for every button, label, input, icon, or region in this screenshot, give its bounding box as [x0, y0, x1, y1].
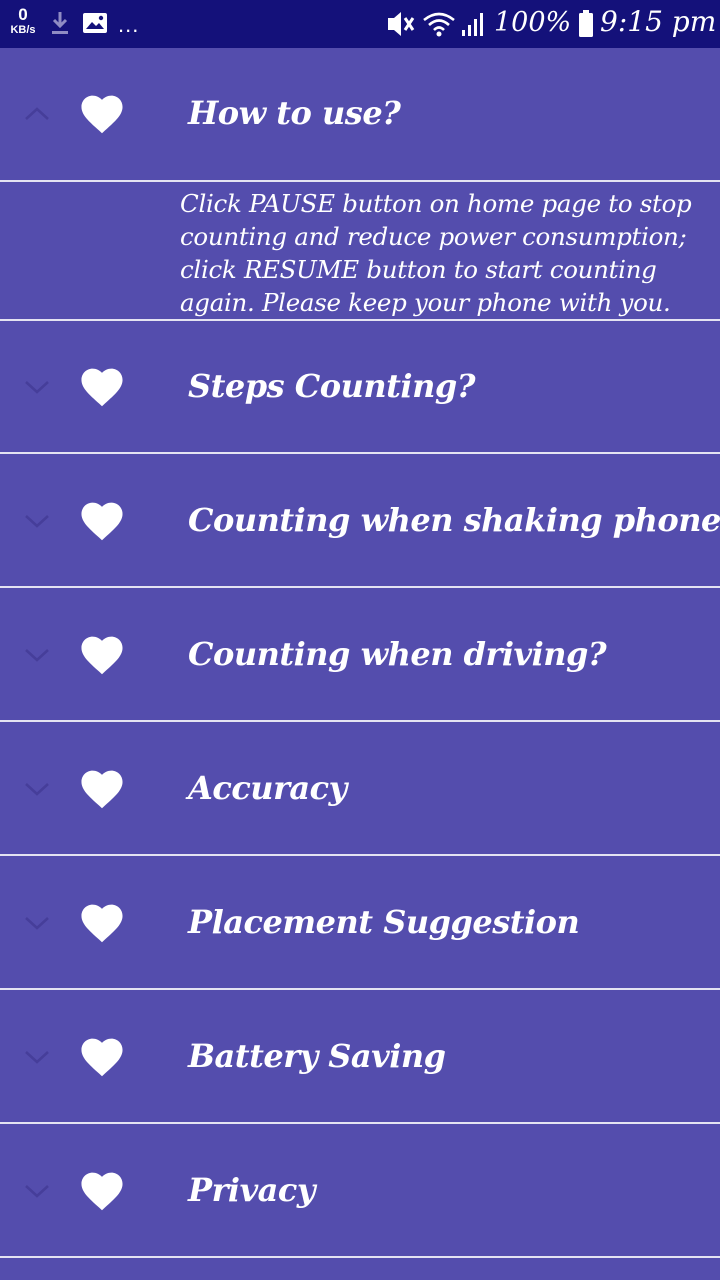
faq-item-shaking-phone[interactable]: Counting when shaking phone? [0, 455, 720, 588]
faq-item-label: How to use? [188, 94, 401, 133]
heart-icon [81, 636, 123, 674]
battery-percent: 100% [494, 7, 572, 38]
heart-icon [81, 368, 123, 406]
chevron-down-icon[interactable] [22, 779, 52, 799]
faq-item-privacy[interactable]: Privacy [0, 1125, 720, 1258]
chevron-down-icon[interactable] [22, 645, 52, 665]
faq-item-label: Counting when shaking phone? [188, 500, 720, 539]
heart-icon [81, 95, 123, 134]
chevron-up-icon[interactable] [22, 104, 52, 124]
heart-icon [81, 502, 123, 540]
wifi-icon [423, 12, 455, 37]
battery-icon [579, 10, 593, 37]
download-icon [52, 12, 68, 34]
more-notifications: ... [118, 12, 140, 37]
signal-icon [462, 13, 483, 36]
faq-item-steps-counting[interactable]: Steps Counting? [0, 321, 720, 454]
chevron-down-icon[interactable] [22, 511, 52, 531]
faq-item-how-to-use[interactable]: How to use? [0, 48, 720, 182]
faq-item-label: Steps Counting? [188, 366, 475, 405]
heart-icon [81, 1038, 123, 1076]
network-speed: 0 KB/s [6, 6, 40, 36]
status-bar: 0 KB/s ... 100% 9:15 pm [0, 0, 720, 48]
clock: 9:15 pm [600, 5, 717, 38]
faq-item-label: Placement Suggestion [188, 902, 580, 941]
faq-item-label: Counting when driving? [188, 634, 607, 673]
faq-item-battery-saving[interactable]: Battery Saving [0, 991, 720, 1124]
network-speed-unit: KB/s [10, 24, 36, 36]
faq-item-driving[interactable]: Counting when driving? [0, 589, 720, 722]
chevron-down-icon[interactable] [22, 1047, 52, 1067]
faq-item-accuracy[interactable]: Accuracy [0, 723, 720, 856]
faq-item-label: Accuracy [188, 768, 347, 807]
faq-item-label: Battery Saving [188, 1036, 446, 1075]
heart-icon [81, 1172, 123, 1210]
chevron-down-icon[interactable] [22, 377, 52, 397]
vibrate-mute-icon [388, 12, 415, 36]
network-speed-value: 0 [18, 5, 28, 24]
faq-answer-text: Click PAUSE button on home page to stop … [180, 189, 692, 317]
faq-item-label: Privacy [188, 1170, 315, 1209]
faq-item-placement[interactable]: Placement Suggestion [0, 857, 720, 990]
chevron-down-icon[interactable] [22, 1181, 52, 1201]
faq-answer-how-to-use: Click PAUSE button on home page to stop … [0, 182, 720, 321]
heart-icon [81, 770, 123, 808]
heart-icon [81, 904, 123, 942]
chevron-down-icon[interactable] [22, 913, 52, 933]
image-icon [83, 13, 107, 33]
